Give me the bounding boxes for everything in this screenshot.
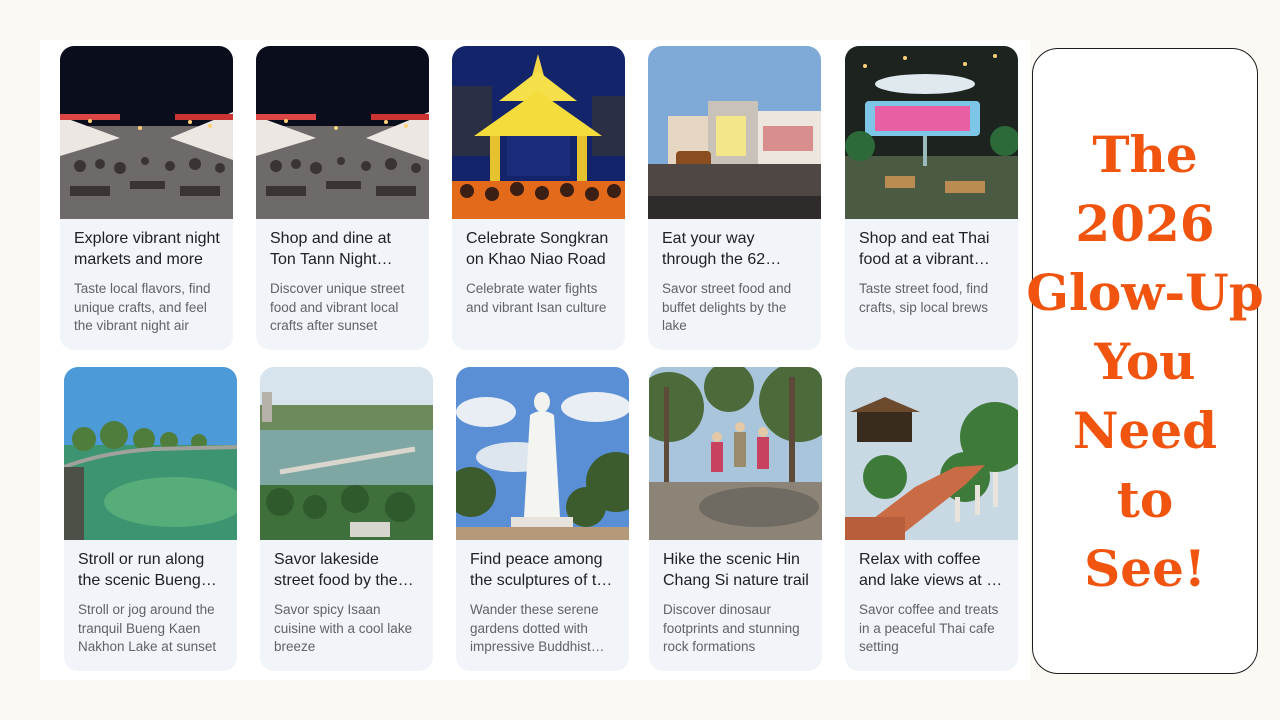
card-title: Find peace among the sculptures of the p… bbox=[470, 551, 615, 589]
place-card[interactable]: Eat your way through the 62 Market Savor… bbox=[648, 46, 821, 350]
card-description: Celebrate water fights and vibrant Isan … bbox=[466, 281, 607, 315]
place-card[interactable]: Find peace among the sculptures of the p… bbox=[456, 367, 629, 671]
headline-line: Need bbox=[1072, 400, 1218, 460]
lake-boardwalk-photo bbox=[64, 367, 237, 540]
place-card[interactable]: Hike the scenic Hin Chang Si nature trai… bbox=[649, 367, 822, 671]
place-card[interactable]: Shop and eat Thai food at a vibrant mark… bbox=[845, 46, 1018, 350]
headline-line: 2026 bbox=[1075, 193, 1215, 253]
place-card[interactable]: Celebrate Songkran on Khao Niao Road Cel… bbox=[452, 46, 625, 350]
street-food-shops-photo bbox=[648, 46, 821, 219]
card-description: Savor street food and buffet delights by… bbox=[662, 281, 792, 333]
card-description: Savor coffee and treats in a peaceful Th… bbox=[859, 602, 999, 654]
white-statue-photo bbox=[456, 367, 629, 540]
card-title: Hike the scenic Hin Chang Si nature trai… bbox=[663, 551, 809, 589]
songkran-gate-photo bbox=[452, 46, 625, 219]
night-market-photo bbox=[256, 46, 429, 219]
place-card[interactable]: Shop and dine at Ton Tann Night Market D… bbox=[256, 46, 429, 350]
headline-line: Glow-Up bbox=[1026, 262, 1264, 322]
place-card[interactable]: Explore vibrant night markets and more T… bbox=[60, 46, 233, 350]
headline-line: See! bbox=[1084, 538, 1206, 598]
card-title: Relax with coffee and lake views at a ca… bbox=[859, 551, 996, 589]
headline-text: The 2026 Glow-Up You Need to See! bbox=[1026, 120, 1263, 603]
card-title: Explore vibrant night markets and more bbox=[74, 230, 220, 268]
card-title: Eat your way through the 62 Market bbox=[662, 230, 766, 268]
headline-box: The 2026 Glow-Up You Need to See! bbox=[1026, 48, 1264, 674]
headline-line: You bbox=[1094, 331, 1196, 391]
card-description: Discover unique street food and vibrant … bbox=[270, 281, 405, 333]
place-card[interactable]: Savor lakeside street food by the water … bbox=[260, 367, 433, 671]
card-description: Discover dinosaur footprints and stunnin… bbox=[663, 602, 800, 654]
cafe-boardwalk-photo bbox=[845, 367, 1018, 540]
card-description: Wander these serene gardens dotted with … bbox=[470, 602, 599, 654]
place-card[interactable]: Stroll or run along the scenic Bueng Kae… bbox=[64, 367, 237, 671]
card-title: Savor lakeside street food by the water bbox=[274, 551, 398, 589]
outdoor-market-screen-photo bbox=[845, 46, 1018, 219]
card-description: Taste street food, find crafts, sip loca… bbox=[859, 281, 989, 315]
card-title: Stroll or run along the scenic Bueng Kae… bbox=[78, 551, 205, 589]
card-description: Savor spicy Isaan cuisine with a cool la… bbox=[274, 602, 413, 654]
card-title: Celebrate Songkran on Khao Niao Road bbox=[466, 230, 609, 268]
headline-line: to bbox=[1116, 469, 1174, 529]
headline-line: The bbox=[1092, 124, 1198, 184]
night-market-photo bbox=[60, 46, 233, 219]
card-title: Shop and dine at Ton Tann Night Market bbox=[270, 230, 391, 268]
place-card[interactable]: Relax with coffee and lake views at a ca… bbox=[845, 367, 1018, 671]
card-description: Taste local flavors, find unique crafts,… bbox=[74, 281, 211, 333]
hikers-trail-photo bbox=[649, 367, 822, 540]
card-title: Shop and eat Thai food at a vibrant mark… bbox=[859, 230, 990, 268]
card-description: Stroll or jog around the tranquil Bueng … bbox=[78, 602, 217, 654]
lakeside-city-photo bbox=[260, 367, 433, 540]
